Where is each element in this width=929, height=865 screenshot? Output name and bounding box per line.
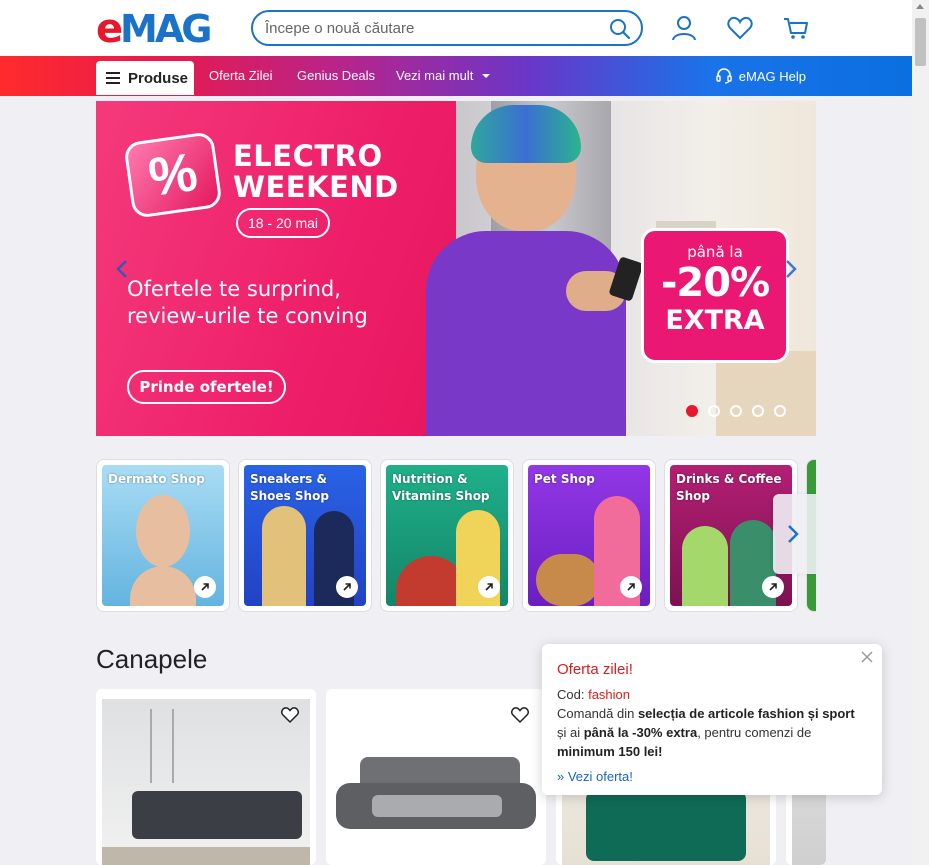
emag-logo[interactable]: e MAG — [96, 8, 232, 48]
shop-image: Sneakers & Shoes Shop — [244, 465, 366, 606]
banner-cta-button[interactable]: Prinde ofertele! — [127, 370, 286, 404]
user-icon[interactable] — [670, 14, 698, 42]
emag-help-link[interactable]: eMAG Help — [715, 67, 806, 85]
vezi-mai-mult-label: Vezi mai mult — [396, 68, 474, 83]
banner-date: 18 - 20 mai — [236, 208, 330, 238]
shops-carousel: Dermato Shop Sneakers & Shoes Shop Nutri… — [96, 459, 816, 612]
shelf-image — [150, 709, 174, 783]
model-face-image — [136, 495, 190, 567]
model-image — [262, 506, 306, 606]
help-label: eMAG Help — [738, 68, 806, 84]
banner-dot[interactable] — [752, 405, 764, 417]
popup-description: Comandă din selecția de articole fashion… — [557, 706, 855, 759]
shop-image: Dermato Shop — [102, 465, 224, 606]
arrow-up-right-icon — [478, 576, 500, 598]
arrow-up-right-icon — [336, 576, 358, 598]
popup-title: Oferta zilei! — [557, 661, 633, 678]
scroll-up-arrow-icon[interactable] — [916, 4, 924, 9]
banner-dot[interactable] — [708, 405, 720, 417]
banner-subtitle: Ofertele te surprind, review-urile te co… — [127, 277, 368, 328]
section-title: Canapele — [96, 644, 208, 674]
nav-vezi-mai-mult[interactable]: Vezi mai mult — [396, 68, 491, 83]
popup-code: Cod: fashion — [557, 687, 631, 702]
sofa-seat-image — [372, 795, 502, 817]
chevron-right-icon — [788, 525, 799, 543]
shop-card-dermato[interactable]: Dermato Shop — [96, 459, 230, 612]
hamburger-icon — [106, 72, 120, 84]
shop-card-sneakers[interactable]: Sneakers & Shoes Shop — [238, 459, 372, 612]
woman-image — [426, 231, 626, 436]
model-image — [682, 526, 728, 606]
add-to-favorites-icon[interactable] — [510, 705, 530, 725]
banner-dot[interactable] — [686, 405, 698, 417]
main-navbar: Produse Oferta Zilei Genius Deals Vezi m… — [0, 56, 912, 96]
shops-next-button[interactable] — [773, 494, 817, 574]
nav-oferta-zilei[interactable]: Oferta Zilei — [209, 68, 273, 83]
model-image — [130, 566, 196, 606]
shop-card-nutrition[interactable]: Nutrition & Vitamins Shop — [380, 459, 514, 612]
produse-menu-button[interactable]: Produse — [96, 61, 194, 95]
svg-text:MAG: MAG — [120, 8, 210, 48]
sofa-image — [132, 791, 302, 839]
arrow-up-right-icon — [194, 576, 216, 598]
search-box[interactable] — [251, 10, 643, 46]
caret-down-icon — [481, 74, 490, 78]
scrollbar-thumb[interactable] — [915, 18, 926, 66]
nav-genius-deals[interactable]: Genius Deals — [297, 68, 375, 83]
cart-icon[interactable] — [782, 14, 810, 42]
daily-offer-popup: Oferta zilei! Cod: fashion Comandă din s… — [542, 644, 882, 795]
add-to-favorites-icon[interactable] — [280, 705, 300, 725]
hero-banner[interactable]: % ELECTRO WEEKEND 18 - 20 mai Ofertele t… — [96, 101, 816, 436]
banner-title: ELECTRO WEEKEND — [233, 139, 399, 204]
kitchen-counter-image — [716, 351, 816, 436]
product-card[interactable] — [96, 689, 316, 865]
sofa-image — [586, 791, 746, 861]
dog-image — [536, 554, 600, 606]
page-scrollbar[interactable] — [912, 0, 929, 865]
promo-code: fashion — [588, 687, 631, 702]
svg-text:e: e — [96, 8, 122, 48]
search-icon[interactable] — [609, 18, 631, 40]
top-header: e MAG — [0, 0, 912, 56]
product-card[interactable] — [326, 689, 546, 865]
headset-icon — [716, 68, 732, 84]
arrow-up-right-icon — [762, 576, 784, 598]
percent-badge-icon: % — [123, 131, 223, 219]
produse-label: Produse — [128, 69, 189, 87]
shop-image: Nutrition & Vitamins Shop — [386, 465, 508, 606]
popup-offer-link[interactable]: » Vezi oferta! — [557, 767, 867, 786]
arrow-up-right-icon — [620, 576, 642, 598]
floor-rug-image — [102, 847, 310, 865]
headscarf-image — [471, 105, 581, 163]
banner-next-icon[interactable] — [784, 259, 798, 279]
banner-pagination — [686, 405, 786, 417]
close-icon[interactable] — [860, 650, 874, 664]
promo-discount-badge: până la -20% EXTRA — [641, 228, 789, 363]
product-image — [102, 699, 310, 865]
shop-image: Pet Shop — [528, 465, 650, 606]
banner-dot[interactable] — [774, 405, 786, 417]
heart-icon[interactable] — [726, 14, 754, 42]
product-image — [332, 749, 540, 859]
search-input[interactable] — [265, 18, 595, 38]
banner-prev-icon[interactable] — [115, 259, 129, 279]
shop-card-pet[interactable]: Pet Shop — [522, 459, 656, 612]
banner-dot[interactable] — [730, 405, 742, 417]
